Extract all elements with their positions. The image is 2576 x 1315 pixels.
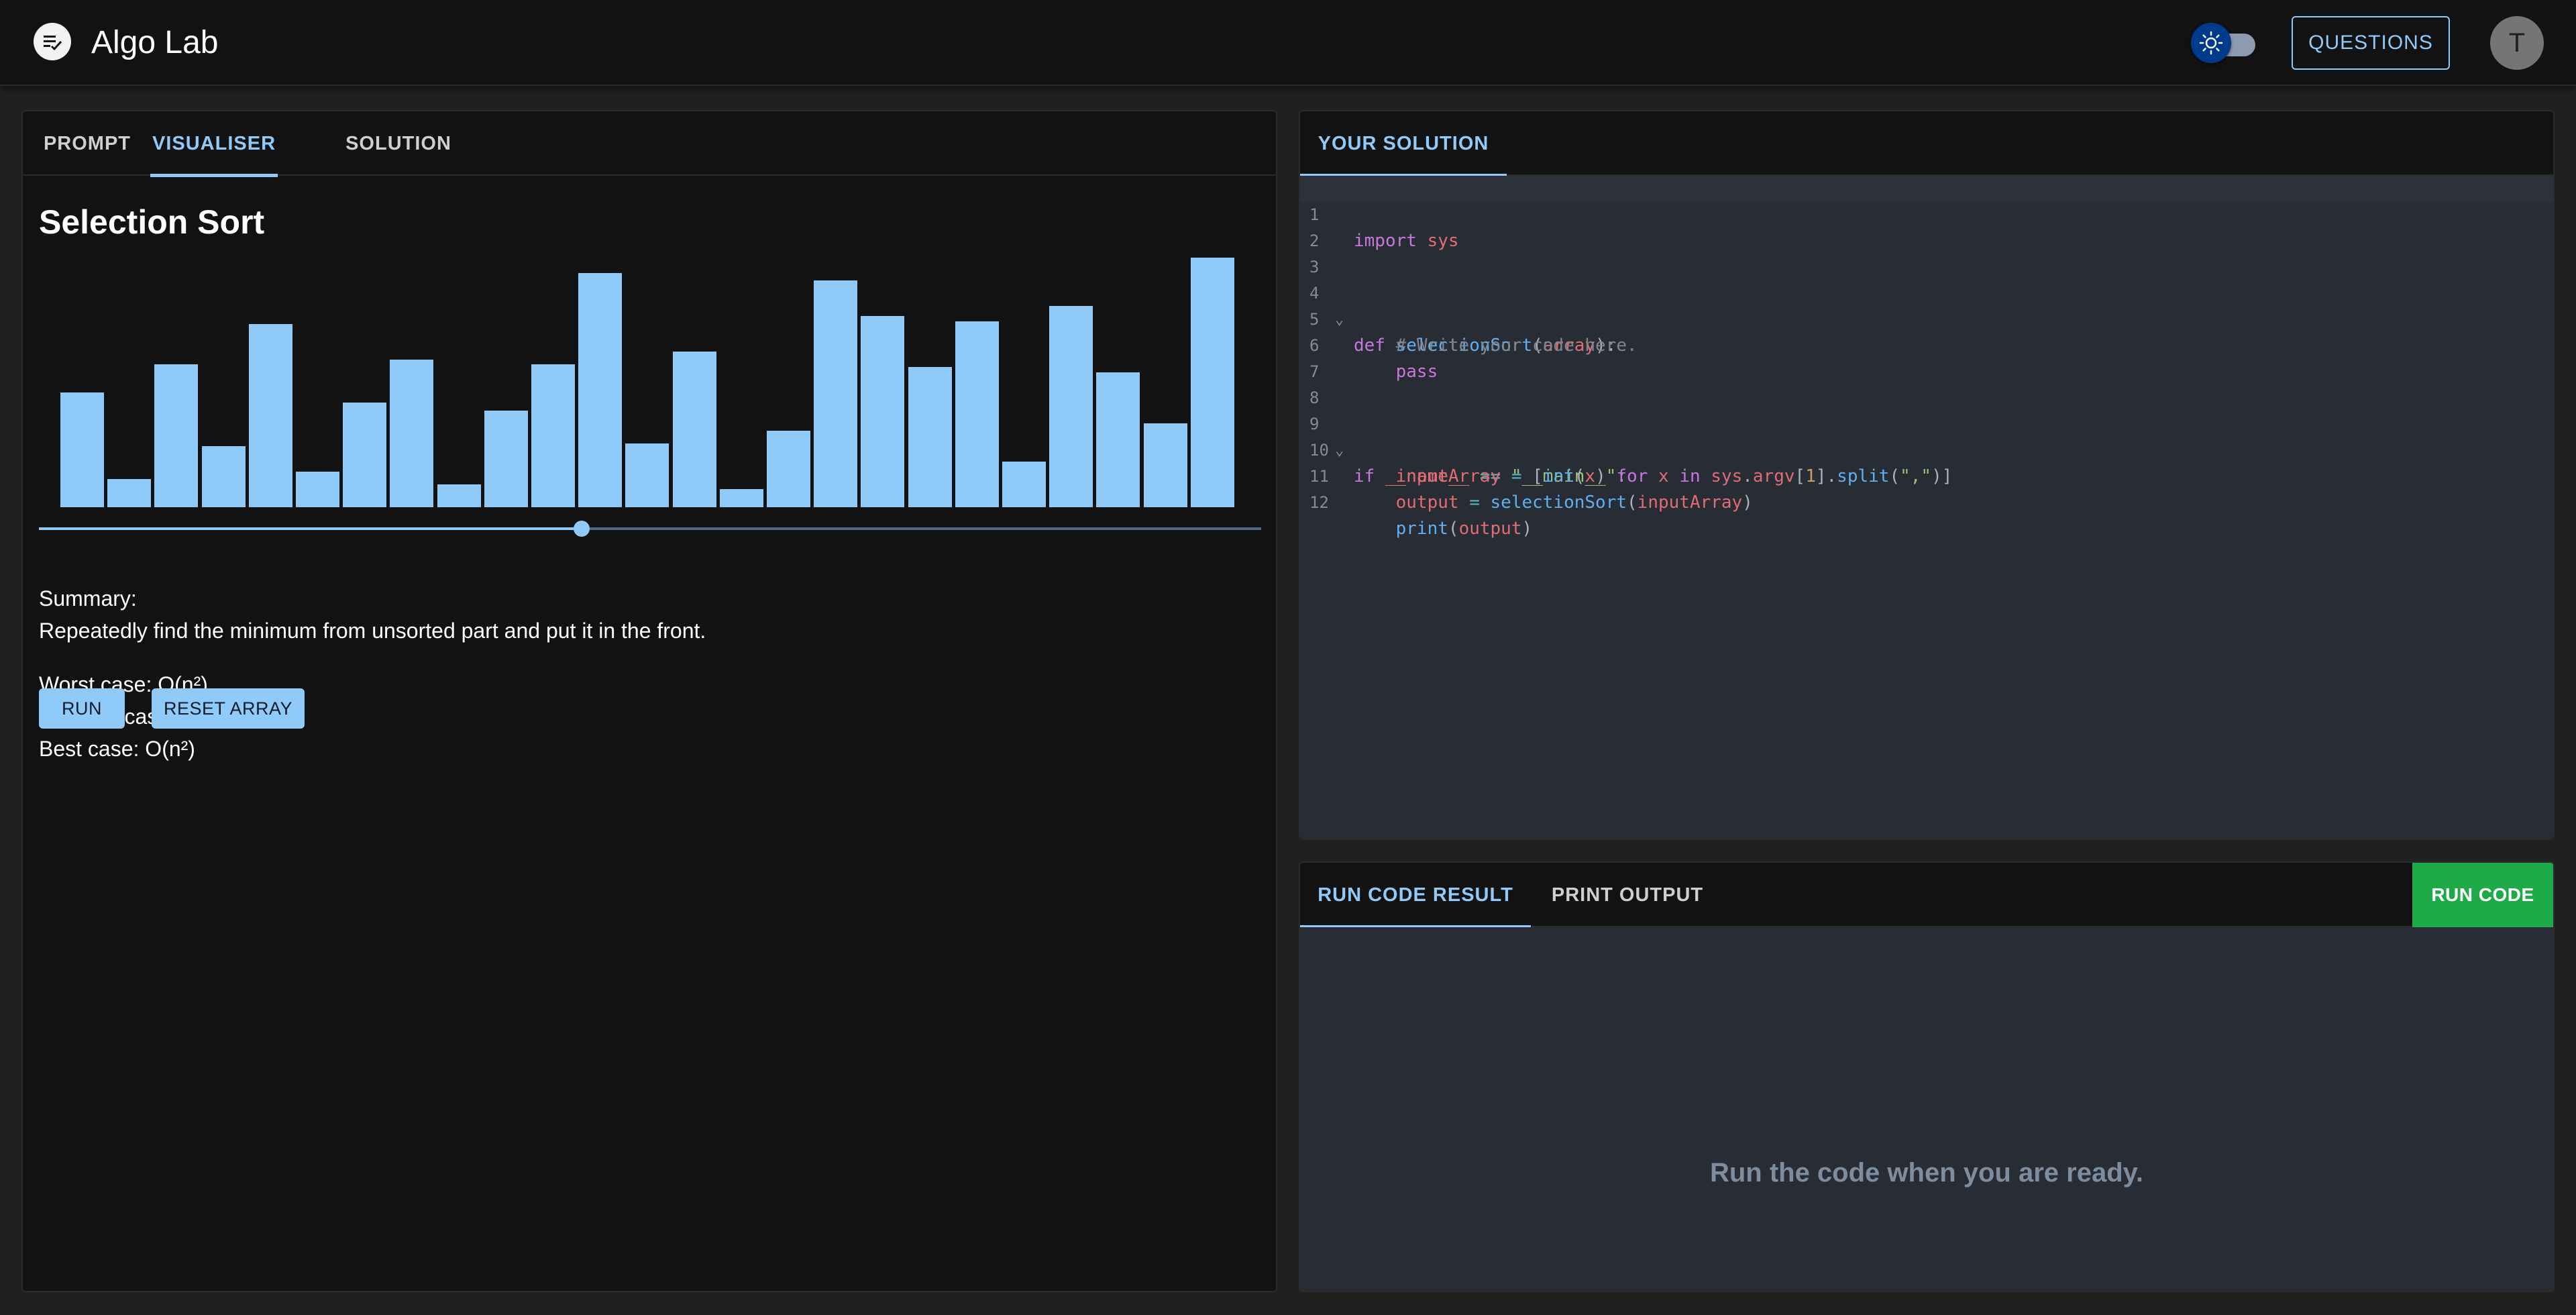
array-bar <box>625 443 669 507</box>
summary-heading: Summary: <box>39 586 137 611</box>
slider-thumb[interactable] <box>573 521 590 537</box>
array-bar <box>531 364 575 507</box>
result-message: Run the code when you are ready. <box>1709 1158 2144 1188</box>
questions-button[interactable]: QUESTIONS <box>2292 16 2450 70</box>
algorithm-title: Selection Sort <box>39 203 265 241</box>
array-bars <box>60 258 1268 507</box>
array-bar <box>1002 462 1046 507</box>
tab-prompt[interactable]: PROMPT <box>44 111 130 176</box>
code-line[interactable]: 6 pass <box>1300 307 2553 382</box>
result-tab-bar: RUN CODE RESULT PRINT OUTPUT RUN CODE <box>1300 863 2553 929</box>
code-line[interactable]: 2 <box>1300 202 2553 250</box>
array-bar <box>1143 423 1187 507</box>
theme-toggle[interactable] <box>2190 20 2259 66</box>
code-line[interactable]: 1 import sys <box>1300 176 2553 251</box>
tab-solution[interactable]: SOLUTION <box>331 111 466 176</box>
tab-run-code-result[interactable]: RUN CODE RESULT <box>1300 863 1531 929</box>
array-bar <box>672 352 716 507</box>
run-button[interactable]: RUN <box>39 688 125 729</box>
array-bar <box>719 489 763 507</box>
code-line[interactable]: 9 ⌄ if __name__ == "__main__": <box>1300 385 2553 486</box>
array-bar <box>1190 258 1234 507</box>
array-bar <box>154 364 199 507</box>
code-panel: YOUR SOLUTION 1 import sys 2 3 4 ⌄ def s… <box>1299 110 2555 840</box>
array-bar <box>1096 372 1140 507</box>
array-bar <box>767 431 810 507</box>
code-line[interactable]: 3 <box>1300 228 2553 276</box>
code-line[interactable]: 8 <box>1300 359 2553 407</box>
avatar[interactable]: T <box>2490 16 2544 70</box>
code-line[interactable]: 10 inputArray = [int(x) for x in sys.arg… <box>1300 411 2553 486</box>
array-bar <box>861 316 905 507</box>
array-bar <box>578 273 623 507</box>
result-output-area: Run the code when you are ready. <box>1300 927 2553 1291</box>
array-bar <box>814 280 858 507</box>
visualiser-panel: PROMPT VISUALISER SOLUTION Selection Sor… <box>21 110 1277 1292</box>
code-line[interactable]: 4 ⌄ def selectionSort(array): <box>1300 254 2553 356</box>
algo-lab-logo-icon[interactable] <box>34 23 71 60</box>
array-bar <box>343 403 387 507</box>
array-bar <box>107 479 152 507</box>
array-bar <box>908 367 952 507</box>
array-bar <box>955 321 999 507</box>
summary-text: Repeatedly find the minimum from unsorte… <box>39 619 706 643</box>
reset-array-button[interactable]: RESET ARRAY <box>152 688 305 729</box>
result-panel: RUN CODE RESULT PRINT OUTPUT RUN CODE Ru… <box>1299 861 2555 1292</box>
array-bar <box>248 324 292 507</box>
array-bar <box>296 472 339 507</box>
code-line[interactable]: 12 print(output) <box>1300 464 2553 539</box>
array-bar <box>1049 306 1093 507</box>
best-case: Best case: O(n²) <box>39 737 195 761</box>
left-tab-bar: PROMPT VISUALISER SOLUTION <box>23 111 1276 177</box>
code-text: print(output) <box>1395 519 1533 539</box>
tab-print-output[interactable]: PRINT OUTPUT <box>1531 863 1724 927</box>
app-title: Algo Lab <box>91 25 219 60</box>
sun-icon[interactable] <box>2191 23 2231 63</box>
code-line[interactable]: 11 output = selectionSort(inputArray) <box>1300 437 2553 513</box>
array-bar <box>484 411 528 507</box>
slider-track <box>39 527 582 530</box>
tab-visualiser[interactable]: VISUALISER <box>150 111 278 177</box>
line-number: 12 <box>1309 493 1329 512</box>
tab-your-solution[interactable]: YOUR SOLUTION <box>1300 111 1507 177</box>
step-slider[interactable] <box>39 515 1261 542</box>
code-line[interactable]: 7 <box>1300 333 2553 381</box>
array-bar <box>201 446 246 507</box>
code-tab-bar: YOUR SOLUTION <box>1300 111 2553 177</box>
array-bar <box>390 360 434 507</box>
app-bar: Algo Lab QUESTIONS T <box>0 0 2576 86</box>
code-editor[interactable]: 1 import sys 2 3 4 ⌄ def selectionSort(a… <box>1300 176 2553 839</box>
array-bar <box>437 484 481 507</box>
run-code-button[interactable]: RUN CODE <box>2412 863 2553 927</box>
array-bar <box>60 392 104 507</box>
code-text: output = selectionSort(inputArray) <box>1395 492 1753 513</box>
code-line[interactable]: 5 # Write your code here. <box>1300 280 2553 356</box>
